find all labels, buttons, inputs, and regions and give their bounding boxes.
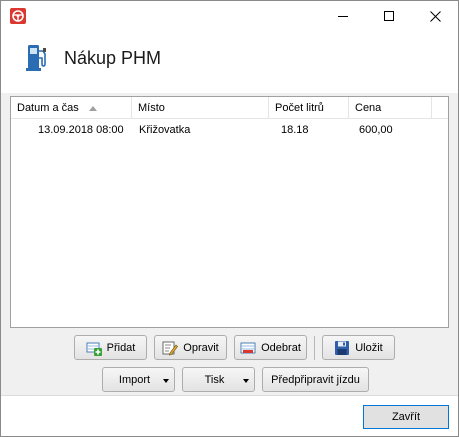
page-title: Nákup PHM: [64, 48, 162, 68]
dialog-footer: Zavřít: [1, 395, 458, 436]
edit-icon: [162, 341, 179, 355]
add-button-label: Přidat: [106, 341, 136, 354]
fuel-purchases-table[interactable]: Datum a čas Místo Počet litrů Cena 13.09…: [10, 96, 449, 328]
title-bar: [1, 1, 458, 31]
remove-row-icon: [240, 342, 256, 353]
table-header: Datum a čas Místo Počet litrů Cena: [11, 97, 448, 119]
column-header-label: Cena: [355, 102, 382, 114]
cell-price: 600,00: [359, 124, 393, 136]
prepare-trip-button[interactable]: Předpřipravit jízdu: [262, 367, 369, 392]
save-button-label: Uložit: [355, 341, 383, 354]
edit-button-label: Opravit: [183, 341, 219, 354]
purchase-fuel-window: Nákup PHM Datum a čas Místo Počet litrů …: [0, 0, 459, 437]
close-button-label: Zavřít: [391, 411, 421, 423]
chevron-down-icon: [163, 379, 169, 383]
print-dropdown-button[interactable]: Tisk: [182, 367, 255, 392]
print-button-label: Tisk: [204, 373, 225, 386]
save-button[interactable]: Uložit: [322, 335, 395, 360]
cell-place: Křižovatka: [139, 124, 191, 136]
import-button-label: Import: [118, 373, 151, 386]
close-button[interactable]: Zavřít: [363, 405, 449, 429]
column-header-price[interactable]: Cena: [349, 97, 432, 119]
prepare-trip-button-label: Předpřipravit jízdu: [271, 373, 360, 386]
table-row[interactable]: 13.09.2018 08:00 Křižovatka 18.18 600,00: [11, 121, 448, 139]
dialog-header: Nákup PHM: [1, 31, 458, 93]
remove-button[interactable]: Odebrat: [234, 335, 307, 360]
minimize-icon: [338, 16, 348, 17]
column-header-label: Místo: [138, 102, 165, 114]
content-area: Datum a čas Místo Počet litrů Cena 13.09…: [1, 93, 458, 395]
sort-ascending-icon: [89, 106, 97, 111]
add-button[interactable]: Přidat: [74, 335, 147, 360]
maximize-icon: [384, 11, 394, 21]
column-header-place[interactable]: Místo: [132, 97, 269, 119]
floppy-disk-icon: [335, 340, 350, 355]
cell-liters: 18.18: [281, 124, 309, 136]
chevron-down-icon: [243, 379, 249, 383]
remove-button-label: Odebrat: [261, 341, 301, 354]
toolbar-separator: [314, 336, 315, 360]
column-header-liters[interactable]: Počet litrů: [269, 97, 349, 119]
minimize-button[interactable]: [320, 1, 366, 31]
cell-datetime: 13.09.2018 08:00: [38, 124, 124, 136]
close-window-button[interactable]: [412, 1, 458, 31]
close-icon: [429, 10, 441, 22]
column-header-label: Datum a čas: [17, 102, 79, 114]
maximize-button[interactable]: [366, 1, 412, 31]
import-dropdown-button[interactable]: Import: [102, 367, 175, 392]
steering-wheel-icon[interactable]: [10, 8, 26, 24]
column-header-datetime[interactable]: Datum a čas: [11, 97, 132, 119]
add-row-icon: [86, 342, 102, 356]
edit-button[interactable]: Opravit: [154, 335, 227, 360]
fuel-pump-icon: [26, 45, 46, 71]
column-header-label: Počet litrů: [275, 102, 324, 114]
